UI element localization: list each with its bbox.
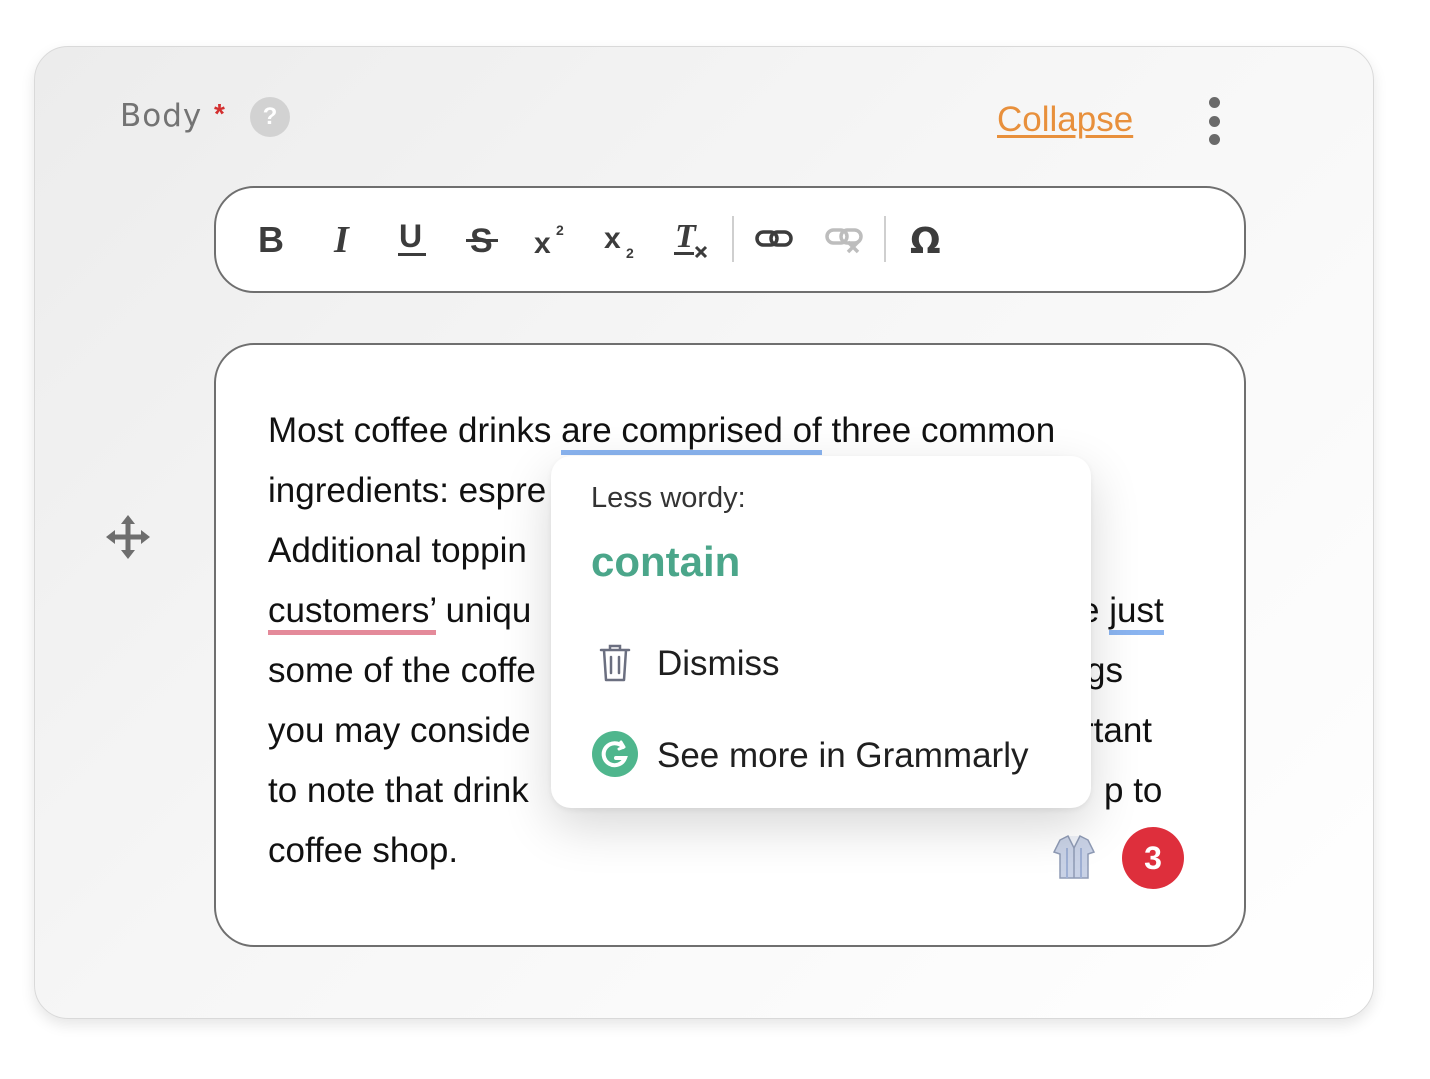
strikethrough-icon: S: [466, 222, 498, 259]
trash-icon: [599, 644, 631, 682]
bold-button[interactable]: B: [246, 208, 298, 270]
unlink-button[interactable]: [818, 208, 870, 270]
question-mark-icon[interactable]: ?: [250, 97, 290, 137]
italic-icon: I: [333, 219, 350, 259]
move-arrows-icon[interactable]: [104, 513, 152, 561]
dismiss-label: Dismiss: [657, 644, 780, 683]
svg-text:x: x: [534, 227, 551, 259]
link-icon: [755, 230, 793, 247]
underline-icon: U: [398, 218, 426, 256]
grammarly-suggestion-popup: Less wordy: contain Dismiss See more in …: [551, 456, 1091, 808]
svg-text:B: B: [258, 219, 284, 259]
remove-format-button[interactable]: T: [666, 208, 718, 270]
subscript-button[interactable]: x2: [596, 208, 648, 270]
suggestion-replacement-button[interactable]: contain: [591, 538, 740, 586]
clear-formatting-icon: T: [674, 218, 708, 259]
kebab-menu-icon[interactable]: [1200, 97, 1228, 145]
svg-text:x: x: [604, 222, 621, 255]
see-more-label: See more in Grammarly: [657, 736, 1029, 775]
dismiss-button[interactable]: Dismiss: [591, 636, 1051, 686]
suggestion-heading: Less wordy:: [591, 482, 746, 514]
grammar-suggestion-underline[interactable]: just: [1109, 591, 1164, 635]
omega-icon: Ω: [910, 221, 941, 259]
special-character-button[interactable]: Ω: [902, 208, 954, 270]
collapse-link[interactable]: Collapse: [997, 100, 1133, 140]
svg-text:U: U: [399, 218, 422, 254]
underline-button[interactable]: U: [386, 208, 438, 270]
subscript-icon: x2: [604, 222, 634, 260]
bold-icon: B: [258, 219, 284, 259]
svg-text:Ω: Ω: [910, 221, 941, 259]
issue-count-badge[interactable]: 3: [1122, 827, 1184, 889]
unlink-icon: [825, 228, 863, 254]
required-indicator: *: [214, 98, 225, 129]
text-line: coffee shop.: [268, 831, 459, 870]
text-line: Most coffee drinks are comprised of thre…: [268, 401, 1188, 461]
svg-text:I: I: [333, 219, 350, 259]
strikethrough-button[interactable]: S: [456, 208, 508, 270]
grammarly-logo-icon: [592, 731, 638, 777]
shirt-icon[interactable]: [1052, 834, 1096, 880]
see-more-in-grammarly-button[interactable]: See more in Grammarly: [591, 728, 1071, 778]
superscript-icon: x2: [534, 222, 564, 259]
italic-button[interactable]: I: [316, 208, 368, 270]
grammar-suggestion-underline[interactable]: are comprised of: [561, 411, 822, 455]
svg-text:2: 2: [626, 245, 634, 260]
formatting-toolbar: B I U S x2 x2 T Ω: [214, 186, 1246, 293]
svg-text:T: T: [675, 218, 697, 255]
link-button[interactable]: [748, 208, 800, 270]
spelling-suggestion-underline[interactable]: customers’: [268, 591, 436, 635]
superscript-button[interactable]: x2: [526, 208, 578, 270]
field-label: Body: [120, 98, 203, 134]
svg-text:2: 2: [556, 222, 564, 238]
